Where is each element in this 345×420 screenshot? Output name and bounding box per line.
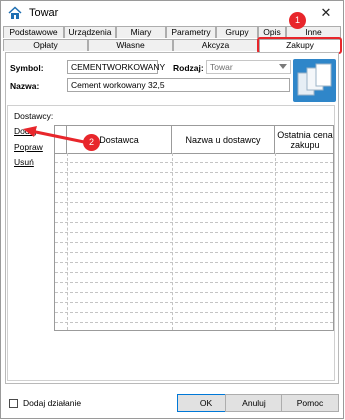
grid-column-line bbox=[275, 153, 276, 330]
tab-grupy[interactable]: Grupy bbox=[216, 26, 258, 38]
grid-empty-row bbox=[55, 233, 333, 243]
grid-empty-row bbox=[55, 213, 333, 223]
house-icon bbox=[8, 6, 22, 19]
grid-empty-row bbox=[55, 273, 333, 283]
grid-empty-row bbox=[55, 153, 333, 163]
grid-empty-row bbox=[55, 283, 333, 293]
rodzaj-select[interactable]: Towar bbox=[206, 60, 291, 74]
nazwa-label: Nazwa: bbox=[10, 81, 40, 91]
dodaj-dzialanie-label: Dodaj działanie bbox=[23, 398, 82, 408]
symbol-input[interactable]: CEMENTWORKOWANY bbox=[67, 60, 165, 74]
col-header-nazwa-u-dostawcy[interactable]: Nazwa u dostawcy bbox=[172, 126, 275, 153]
grid-empty-row bbox=[55, 193, 333, 203]
grid-empty-row bbox=[55, 263, 333, 273]
chevron-down-icon bbox=[279, 64, 287, 69]
grid-empty-row bbox=[55, 203, 333, 213]
tab-akcyza[interactable]: Akcyza bbox=[173, 39, 258, 51]
tab-oplaty[interactable]: Opłaty bbox=[3, 39, 88, 51]
grid-empty-row bbox=[55, 183, 333, 193]
tab-urzadzenia[interactable]: Urządzenia bbox=[64, 26, 116, 38]
grid-empty-row bbox=[55, 253, 333, 263]
grid-empty-row bbox=[55, 243, 333, 253]
tab-miary[interactable]: Miary bbox=[116, 26, 166, 38]
symbol-label: Symbol: bbox=[10, 63, 44, 73]
product-image bbox=[293, 59, 336, 102]
grid-empty-row bbox=[55, 163, 333, 173]
dialog-window: Towar ✕ Podstawowe Urządzenia Miary Para… bbox=[0, 0, 344, 419]
suppliers-grid[interactable]: Dostawca Nazwa u dostawcy Ostatnia cena … bbox=[54, 125, 334, 331]
grid-empty-row bbox=[55, 303, 333, 313]
close-button[interactable]: ✕ bbox=[313, 3, 339, 23]
grid-empty-row bbox=[55, 313, 333, 323]
product-bags-icon bbox=[297, 63, 332, 96]
col-header-ostatnia-cena[interactable]: Ostatnia cena zakupu bbox=[275, 126, 333, 153]
dostawcy-label: Dostawcy: bbox=[14, 111, 54, 121]
rodzaj-label: Rodzaj: bbox=[173, 63, 204, 73]
annotation-arrow bbox=[23, 126, 90, 145]
dodaj-dzialanie-checkbox[interactable] bbox=[9, 399, 18, 408]
bottom-bar: Dodaj działanie OK Anuluj Pomoc bbox=[1, 391, 343, 420]
nazwa-input[interactable]: Cement workowany 32,5 bbox=[67, 78, 290, 92]
annotation-badge-2: 2 bbox=[83, 134, 100, 151]
window-title: Towar bbox=[29, 7, 59, 19]
grid-empty-row bbox=[55, 293, 333, 303]
help-button[interactable]: Pomoc bbox=[281, 394, 339, 412]
annotation-badge-1: 1 bbox=[289, 12, 306, 29]
tab-wlasne[interactable]: Własne bbox=[88, 39, 173, 51]
tab-parametry[interactable]: Parametry bbox=[166, 26, 216, 38]
grid-column-line bbox=[67, 153, 68, 330]
cancel-button[interactable]: Anuluj bbox=[225, 394, 283, 412]
grid-column-line bbox=[172, 153, 173, 330]
grid-empty-row bbox=[55, 173, 333, 183]
tab-podstawowe[interactable]: Podstawowe bbox=[3, 26, 64, 38]
usun-link[interactable]: Usuń bbox=[14, 157, 34, 167]
rodzaj-value: Towar bbox=[210, 62, 233, 72]
grid-empty-row bbox=[55, 223, 333, 233]
